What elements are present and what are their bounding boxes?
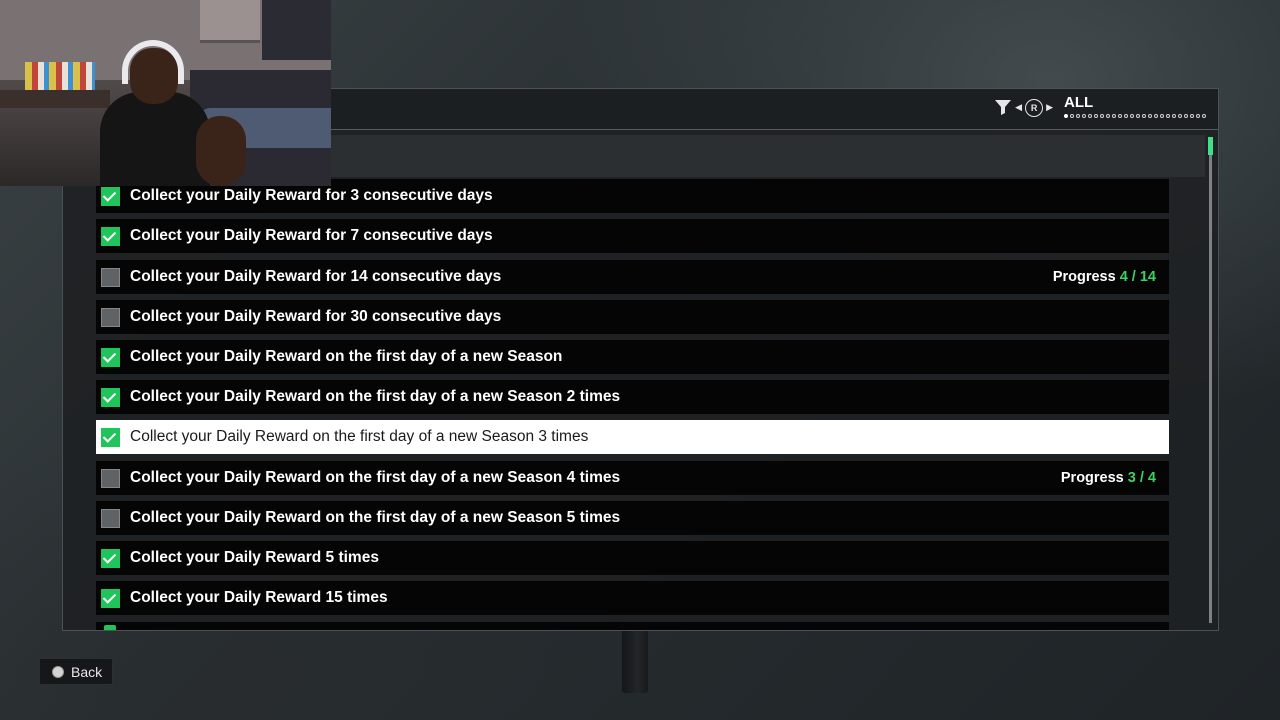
page-dot (1196, 114, 1200, 118)
checkbox-checked-icon (101, 186, 120, 206)
page-dot (1142, 114, 1146, 118)
page-dot (1070, 114, 1074, 118)
webcam-bottles (25, 62, 95, 90)
page-dot (1166, 114, 1170, 118)
circle-button-icon (52, 665, 64, 678)
challenge-row[interactable]: Collect your Daily Reward on the first d… (96, 380, 1169, 414)
webcam-person-knee (196, 116, 246, 186)
page-dot (1184, 114, 1188, 118)
checkbox-checked-icon (101, 427, 120, 447)
challenge-row[interactable]: Collect your Daily Reward on the first d… (96, 501, 1169, 535)
page-dot (1148, 114, 1152, 118)
checkbox-empty-icon (101, 508, 120, 528)
challenge-label: Collect your Daily Reward on the first d… (130, 469, 621, 486)
page-dot (1088, 114, 1092, 118)
challenge-row[interactable]: Collect your Daily Reward on the first d… (96, 420, 1169, 454)
challenge-label: Collect your Daily Reward for 30 consecu… (130, 308, 502, 325)
page-dot (1172, 114, 1176, 118)
challenge-row-partial[interactable] (96, 622, 1169, 630)
challenge-label: Collect your Daily Reward on the first d… (130, 388, 621, 405)
page-dot (1094, 114, 1098, 118)
checkbox-checked-icon (101, 226, 120, 246)
challenge-label: Collect your Daily Reward on the first d… (130, 509, 621, 526)
page-dot (1190, 114, 1194, 118)
challenge-row[interactable]: Collect your Daily Reward for 7 consecut… (96, 219, 1169, 253)
page-dot (1106, 114, 1110, 118)
filter-page-dots (1064, 114, 1208, 118)
webcam-shelf (0, 90, 110, 108)
page-dot (1136, 114, 1140, 118)
challenge-label: Collect your Daily Reward 5 times (130, 549, 379, 566)
challenge-row[interactable]: Collect your Daily Reward 15 times (96, 581, 1169, 615)
checkbox-icon (104, 625, 116, 630)
filter-value: ALL (1064, 94, 1094, 111)
webcam-person (100, 92, 210, 186)
page-dot (1076, 114, 1080, 118)
checkbox-empty-icon (101, 468, 120, 488)
challenge-row[interactable]: Collect your Daily Reward for 14 consecu… (96, 260, 1169, 294)
page-dot (1160, 114, 1164, 118)
challenge-row[interactable]: Collect your Daily Reward on the first d… (96, 340, 1169, 374)
webcam-jersey (262, 0, 331, 60)
funnel-icon[interactable] (994, 99, 1012, 115)
webcam-overlay (0, 0, 331, 186)
filter-label-wrap: ALL (1064, 95, 1208, 118)
page-dot (1154, 114, 1158, 118)
page-dot (1082, 114, 1086, 118)
page-dot (1112, 114, 1116, 118)
challenge-label: Collect your Daily Reward for 3 consecut… (130, 187, 493, 204)
page-dot (1202, 114, 1206, 118)
challenge-list: Collect your Daily Reward for 3 consecut… (96, 179, 1169, 630)
checkbox-checked-icon (101, 387, 120, 407)
scrollbar-track[interactable] (1209, 137, 1212, 623)
webcam-window (200, 0, 260, 43)
progress-value: 3 / 4 (1127, 470, 1156, 486)
scrollbar-thumb[interactable] (1208, 137, 1213, 155)
challenge-row[interactable]: Collect your Daily Reward on the first d… (96, 461, 1169, 495)
checkbox-empty-icon (101, 307, 120, 327)
challenge-row[interactable]: Collect your Daily Reward for 30 consecu… (96, 300, 1169, 334)
checkbox-checked-icon (101, 347, 120, 367)
back-label: Back (71, 663, 103, 680)
back-button[interactable]: Back (39, 658, 113, 685)
r-button-glyph: R (1030, 103, 1038, 113)
arrow-left-icon[interactable]: ◀ (1015, 102, 1022, 113)
page-dot (1118, 114, 1122, 118)
progress-value: 4 / 14 (1119, 269, 1156, 285)
challenge-label: Collect your Daily Reward on the first d… (130, 428, 589, 445)
challenge-label: Collect your Daily Reward on the first d… (130, 348, 563, 365)
arrow-right-icon[interactable]: ▶ (1046, 102, 1053, 113)
page-dot (1178, 114, 1182, 118)
progress-indicator: Progress 4 / 14 (1053, 269, 1156, 285)
filter-control[interactable]: ◀ R ▶ ALL (994, 95, 1208, 125)
challenge-row[interactable]: Collect your Daily Reward 5 times (96, 541, 1169, 575)
page-dot (1124, 114, 1128, 118)
r-button-icon: R (1025, 99, 1044, 117)
page-dot (1130, 114, 1134, 118)
checkbox-checked-icon (101, 588, 120, 608)
challenge-label: Collect your Daily Reward for 7 consecut… (130, 227, 493, 244)
checkbox-empty-icon (101, 267, 120, 287)
challenge-label: Collect your Daily Reward for 14 consecu… (130, 268, 502, 285)
progress-indicator: Progress 3 / 4 (1061, 470, 1156, 486)
progress-label: Progress (1052, 269, 1116, 285)
page-dot (1100, 114, 1104, 118)
challenge-label: Collect your Daily Reward 15 times (130, 589, 388, 606)
progress-label: Progress (1060, 470, 1124, 486)
page-dot (1064, 114, 1068, 118)
checkbox-checked-icon (101, 548, 120, 568)
background-stand (622, 625, 648, 693)
